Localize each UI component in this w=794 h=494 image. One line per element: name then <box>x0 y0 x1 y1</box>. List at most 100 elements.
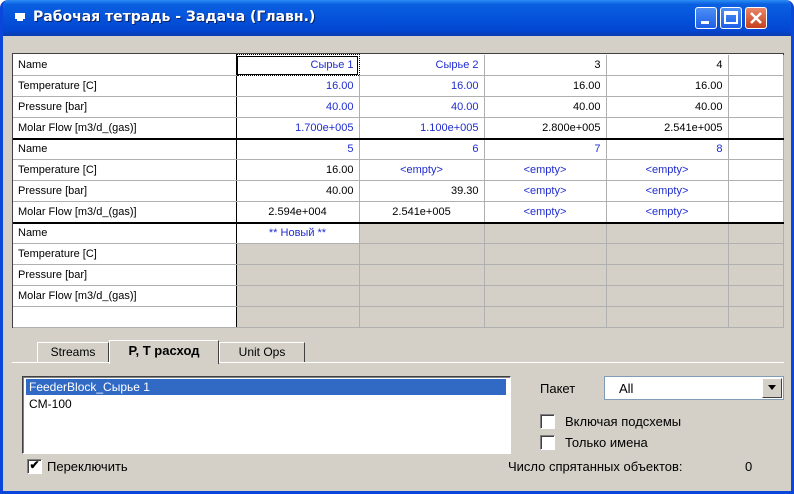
row-label: Name <box>13 222 237 244</box>
row-label: Pressure [bar] <box>13 264 237 286</box>
row-label: Pressure [bar] <box>13 180 237 202</box>
table-row: Pressure [bar] 40.00 40.00 40.00 40.00 <box>13 96 784 118</box>
grid-cell <box>728 306 784 328</box>
grid-cell[interactable]: 16.00 <box>359 75 485 97</box>
grid-cell <box>484 222 607 244</box>
grid-cell <box>728 222 784 244</box>
grid-cell[interactable]: 16.00 <box>484 75 607 97</box>
hidden-objects-label: Число спрятанных объектов: <box>508 459 683 474</box>
minimize-button[interactable] <box>695 7 717 29</box>
table-row: Temperature [C] 16.00 <empty> <empty> <e… <box>13 159 784 181</box>
grid-cell[interactable]: 2.594e+004 <box>236 201 360 224</box>
table-row: Molar Flow [m3/d_(gas)] 1.700e+005 1.100… <box>13 117 784 140</box>
row-label <box>13 306 237 328</box>
row-label: Pressure [bar] <box>13 96 237 118</box>
grid-cell[interactable]: 2.541e+005 <box>606 117 729 140</box>
grid-cell[interactable]: 40.00 <box>484 96 607 118</box>
grid-cell[interactable]: <empty> <box>606 159 729 181</box>
grid-cell <box>236 306 360 328</box>
row-label: Temperature [C] <box>13 159 237 181</box>
object-list[interactable]: FeederBlock_Сырье 1 CM-100 <box>22 376 511 454</box>
grid-cell[interactable]: 40.00 <box>236 180 360 202</box>
tab-unit-ops[interactable]: Unit Ops <box>219 342 305 362</box>
tab-streams[interactable]: Streams <box>37 342 109 362</box>
grid-cell <box>728 180 784 202</box>
grid-cell[interactable]: 2.541e+005 <box>359 201 485 224</box>
grid-cell <box>728 138 784 160</box>
grid-cell[interactable]: <empty> <box>606 180 729 202</box>
table-row: Pressure [bar] <box>13 264 784 286</box>
grid-cell <box>728 159 784 181</box>
grid-cell <box>359 285 485 307</box>
names-only-checkbox[interactable] <box>540 435 555 450</box>
grid-cell <box>484 285 607 307</box>
row-label: Molar Flow [m3/d_(gas)] <box>13 285 237 307</box>
list-item[interactable]: CM-100 <box>26 396 75 412</box>
dropdown-button[interactable] <box>762 378 782 398</box>
include-subschemes-checkbox[interactable] <box>540 414 555 429</box>
maximize-button[interactable] <box>720 7 742 29</box>
grid-cell <box>359 264 485 286</box>
grid-cell[interactable]: 40.00 <box>606 96 729 118</box>
chevron-down-icon <box>768 385 776 390</box>
grid-cell[interactable]: 3 <box>484 54 607 76</box>
table-row: Molar Flow [m3/d_(gas)] 2.594e+004 2.541… <box>13 201 784 224</box>
title-bar[interactable]: Рабочая тетрадь - Задача (Главн.) <box>3 0 791 36</box>
grid-cell[interactable]: 40.00 <box>236 96 360 118</box>
grid-cell <box>728 117 784 140</box>
grid-cell[interactable]: <empty> <box>484 159 607 181</box>
workbook-grid[interactable]: Name Сырье 1 Сырье 2 3 4 Temperature [C]… <box>12 53 784 328</box>
grid-cell[interactable]: <empty> <box>359 159 485 181</box>
grid-cell[interactable]: Сырье 1 <box>235 54 360 76</box>
close-icon <box>750 12 762 24</box>
table-row: Name Сырье 1 Сырье 2 3 4 <box>13 54 784 76</box>
grid-cell[interactable]: 16.00 <box>236 159 360 181</box>
row-label: Molar Flow [m3/d_(gas)] <box>13 117 237 140</box>
grid-cell[interactable]: 6 <box>359 138 485 160</box>
grid-cell[interactable]: <empty> <box>606 201 729 224</box>
grid-cell <box>484 306 607 328</box>
tab-pt-flow[interactable]: P, T расход <box>109 340 219 364</box>
table-row: Temperature [C] <box>13 243 784 265</box>
grid-cell[interactable]: <empty> <box>484 201 607 224</box>
grid-cell <box>728 201 784 224</box>
grid-cell <box>236 243 360 265</box>
grid-cell[interactable]: 1.100e+005 <box>359 117 485 140</box>
grid-cell <box>728 243 784 265</box>
grid-cell <box>484 264 607 286</box>
switch-label: Переключить <box>47 459 128 474</box>
grid-cell[interactable]: 7 <box>484 138 607 160</box>
packet-label: Пакет <box>540 381 576 396</box>
row-label: Name <box>13 54 237 76</box>
packet-select[interactable]: All <box>604 376 784 400</box>
grid-cell[interactable]: 2.800e+005 <box>484 117 607 140</box>
app-icon <box>15 13 25 21</box>
grid-cell[interactable]: ** Новый ** <box>236 222 360 244</box>
grid-cell <box>728 264 784 286</box>
grid-cell[interactable]: 5 <box>236 138 360 160</box>
grid-cell[interactable]: 8 <box>606 138 729 160</box>
grid-cell[interactable]: Сырье 2 <box>359 54 485 76</box>
grid-cell[interactable]: 4 <box>606 54 729 76</box>
row-label: Temperature [C] <box>13 75 237 97</box>
grid-cell[interactable]: <empty> <box>484 180 607 202</box>
grid-cell[interactable]: 39.30 <box>359 180 485 202</box>
maximize-icon <box>724 11 738 24</box>
names-only-label: Только имена <box>565 435 648 450</box>
table-row: Temperature [C] 16.00 16.00 16.00 16.00 <box>13 75 784 97</box>
row-label: Temperature [C] <box>13 243 237 265</box>
switch-checkbox[interactable]: ✔ <box>27 459 42 474</box>
grid-cell <box>728 96 784 118</box>
grid-cell <box>606 243 729 265</box>
list-item[interactable]: FeederBlock_Сырье 1 <box>26 379 506 395</box>
grid-cell[interactable]: 1.700e+005 <box>236 117 360 140</box>
grid-cell <box>728 54 784 76</box>
conditions-table[interactable]: Name Сырье 1 Сырье 2 3 4 Temperature [C]… <box>13 54 784 328</box>
grid-cell <box>606 306 729 328</box>
grid-cell[interactable]: 40.00 <box>359 96 485 118</box>
grid-cell <box>484 243 607 265</box>
grid-cell <box>359 306 485 328</box>
close-button[interactable] <box>745 7 767 29</box>
grid-cell[interactable]: 16.00 <box>236 75 360 97</box>
grid-cell[interactable]: 16.00 <box>606 75 729 97</box>
